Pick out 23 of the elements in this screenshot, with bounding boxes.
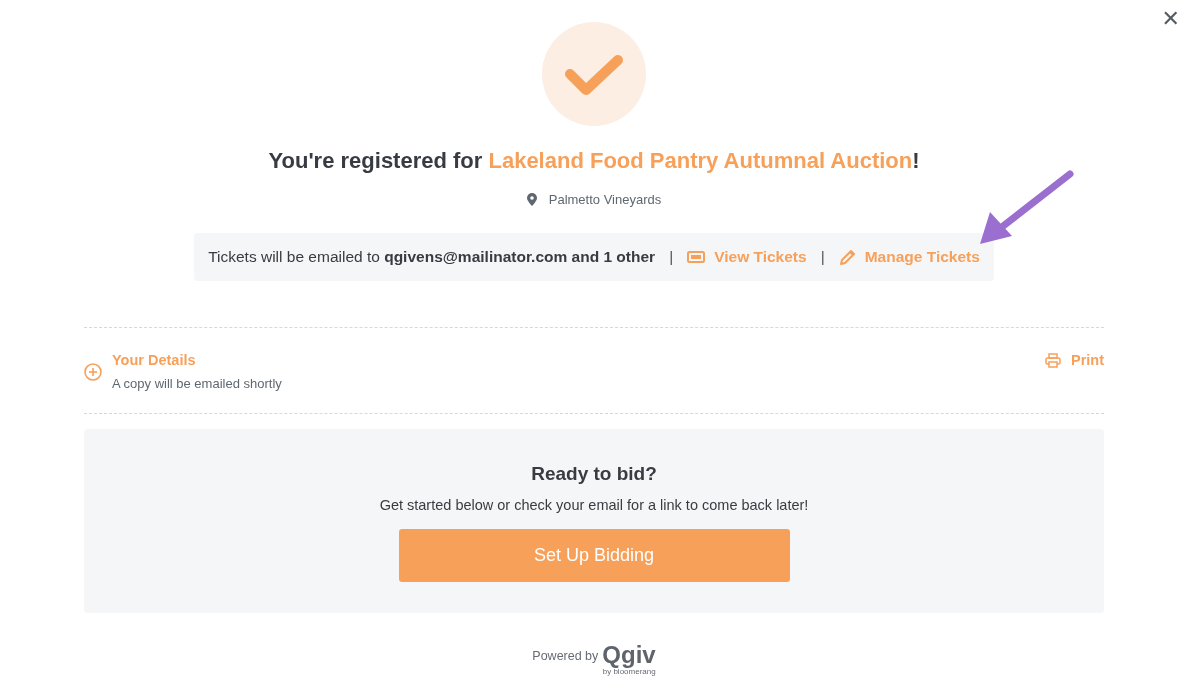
venue-name: Palmetto Vineyards xyxy=(548,192,662,207)
bid-text: Get started below or check your email for a link to come back later! xyxy=(379,497,809,513)
tickets-message: Tickets will be emailed to qgivens@mailinator.com and 1 other xyxy=(208,248,656,266)
ticket-icon xyxy=(687,251,706,263)
print-link[interactable]: Print xyxy=(1044,352,1104,368)
view-tickets-link[interactable]: View Tickets xyxy=(687,248,807,266)
set-up-bidding-button[interactable]: Set Up Bidding xyxy=(398,529,790,582)
logo-subtext: by bloomerang xyxy=(602,667,656,676)
expand-icon[interactable] xyxy=(84,363,102,381)
registration-heading: You're registered for Lakeland Food Pantry Autumnal Auction! xyxy=(268,148,920,174)
details-subtitle: A copy will be emailed shortly xyxy=(112,376,282,391)
powered-by-text: Powered by xyxy=(532,649,599,663)
manage-tickets-link[interactable]: Manage Tickets xyxy=(838,248,980,266)
separator: | xyxy=(820,248,825,266)
separator: | xyxy=(669,248,674,266)
close-button[interactable]: ✕ xyxy=(1159,4,1182,33)
bid-heading: Ready to bid? xyxy=(531,463,657,485)
your-details-toggle[interactable]: Your Details xyxy=(112,352,282,368)
printer-icon xyxy=(1044,352,1061,368)
pencil-icon xyxy=(838,248,856,266)
logo-text: Qgiv xyxy=(602,643,656,667)
location-pin-icon xyxy=(526,193,537,206)
checkmark-icon xyxy=(542,22,646,126)
